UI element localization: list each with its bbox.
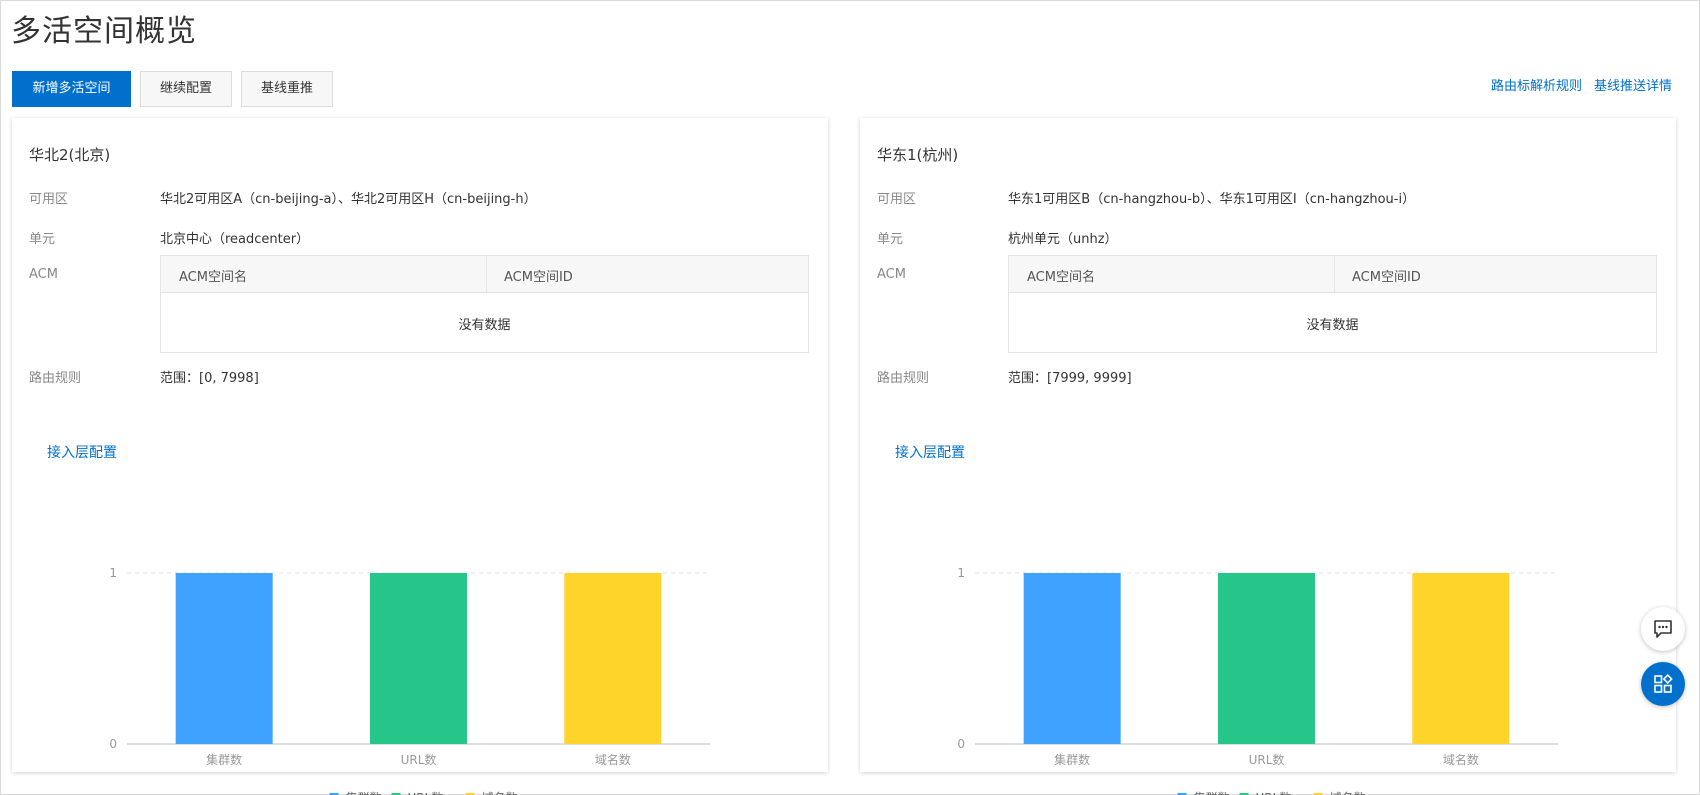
- x-tick-label: URL数: [401, 752, 437, 767]
- legend-label: URL数: [1256, 790, 1292, 795]
- route-value: 范围：[7999, 9999]: [1008, 371, 1132, 386]
- access-config-link[interactable]: 接入层配置: [895, 442, 965, 462]
- acm-table: ACM空间名 ACM空间ID 没有数据: [1008, 255, 1657, 353]
- zone-label: 可用区: [877, 192, 917, 207]
- bar-1: [1023, 573, 1121, 744]
- column-divider: [486, 256, 487, 293]
- baseline-detail-link[interactable]: 基线推送详情: [1594, 75, 1672, 94]
- route-rules-link[interactable]: 路由标解析规则: [1491, 75, 1582, 94]
- acm-name-column: ACM空间名: [1027, 270, 1095, 285]
- x-tick-label: 域名数: [595, 752, 631, 767]
- empty-message: 没有数据: [458, 318, 511, 333]
- route-value: 范围：[0, 7998]: [160, 371, 259, 386]
- baseline-repush-button[interactable]: 基线重推: [241, 71, 333, 107]
- region-panel-beijing: 华北2(北京) 可用区 华北2可用区A（cn-beijing-a）、华北2可用区…: [12, 118, 828, 795]
- x-tick-label: 集群数: [1054, 752, 1090, 767]
- x-tick-label: 集群数: [206, 752, 242, 767]
- unit-value: 北京中心（readcenter）: [160, 232, 310, 247]
- acm-table: ACM空间名 ACM空间ID 没有数据: [160, 255, 809, 353]
- legend-label: 域名数: [1330, 790, 1366, 795]
- zone-label: 可用区: [29, 192, 69, 207]
- access-config-link[interactable]: 接入层配置: [47, 442, 117, 462]
- y-tick-label: 1: [109, 566, 117, 580]
- bar-3: [1412, 573, 1510, 744]
- acm-name-column: ACM空间名: [179, 270, 247, 285]
- bar-1: [175, 573, 273, 744]
- acm-id-column: ACM空间ID: [504, 270, 573, 285]
- chat-bubble-icon: [1654, 620, 1672, 638]
- access-bar-chart: 01集群数URL数域名数集群数URL数域名数: [957, 566, 1558, 795]
- route-label: 路由规则: [877, 371, 930, 386]
- column-divider: [1334, 256, 1335, 293]
- apps-grid-icon: [1654, 674, 1673, 693]
- acm-table-header: ACM空间名 ACM空间ID: [1009, 256, 1656, 293]
- route-label: 路由规则: [29, 371, 82, 386]
- zone-value: 华东1可用区B（cn-hangzhou-b）、华东1可用区I（cn-hangzh…: [1008, 192, 1416, 207]
- acm-label: ACM: [29, 267, 58, 282]
- bar-2: [370, 573, 467, 744]
- unit-value: 杭州单元（unhz）: [1008, 232, 1118, 247]
- acm-table-header: ACM空间名 ACM空间ID: [161, 256, 808, 293]
- panel-title: 华北2(北京): [29, 146, 111, 164]
- acm-id-column: ACM空间ID: [1352, 270, 1421, 285]
- chat-button[interactable]: [1641, 607, 1685, 651]
- y-tick-label: 0: [109, 737, 117, 751]
- continue-config-button[interactable]: 继续配置: [140, 71, 232, 107]
- y-tick-label: 0: [957, 737, 965, 751]
- unit-label: 单元: [877, 232, 904, 247]
- x-tick-label: URL数: [1249, 752, 1285, 767]
- zone-value: 华北2可用区A（cn-beijing-a）、华北2可用区H（cn-beijing…: [160, 192, 537, 207]
- apps-button[interactable]: [1641, 662, 1685, 706]
- legend-label: 域名数: [482, 790, 518, 795]
- y-tick-label: 1: [957, 566, 965, 580]
- legend-label: 集群数: [346, 790, 382, 795]
- panel-title: 华东1(杭州): [877, 146, 959, 164]
- bar-2: [1218, 573, 1315, 744]
- x-tick-label: 域名数: [1443, 752, 1479, 767]
- region-panel-hangzhou: 华东1(杭州) 可用区 华东1可用区B（cn-hangzhou-b）、华东1可用…: [860, 118, 1676, 795]
- bar-3: [564, 573, 662, 744]
- access-bar-chart: 01集群数URL数域名数集群数URL数域名数: [109, 566, 710, 795]
- legend-label: 集群数: [1194, 790, 1230, 795]
- acm-label: ACM: [877, 267, 906, 282]
- add-space-button[interactable]: 新增多活空间: [12, 71, 131, 107]
- legend-label: URL数: [408, 790, 444, 795]
- empty-message: 没有数据: [1306, 318, 1359, 333]
- page-title: 多活空间概览: [11, 14, 197, 49]
- unit-label: 单元: [29, 232, 56, 247]
